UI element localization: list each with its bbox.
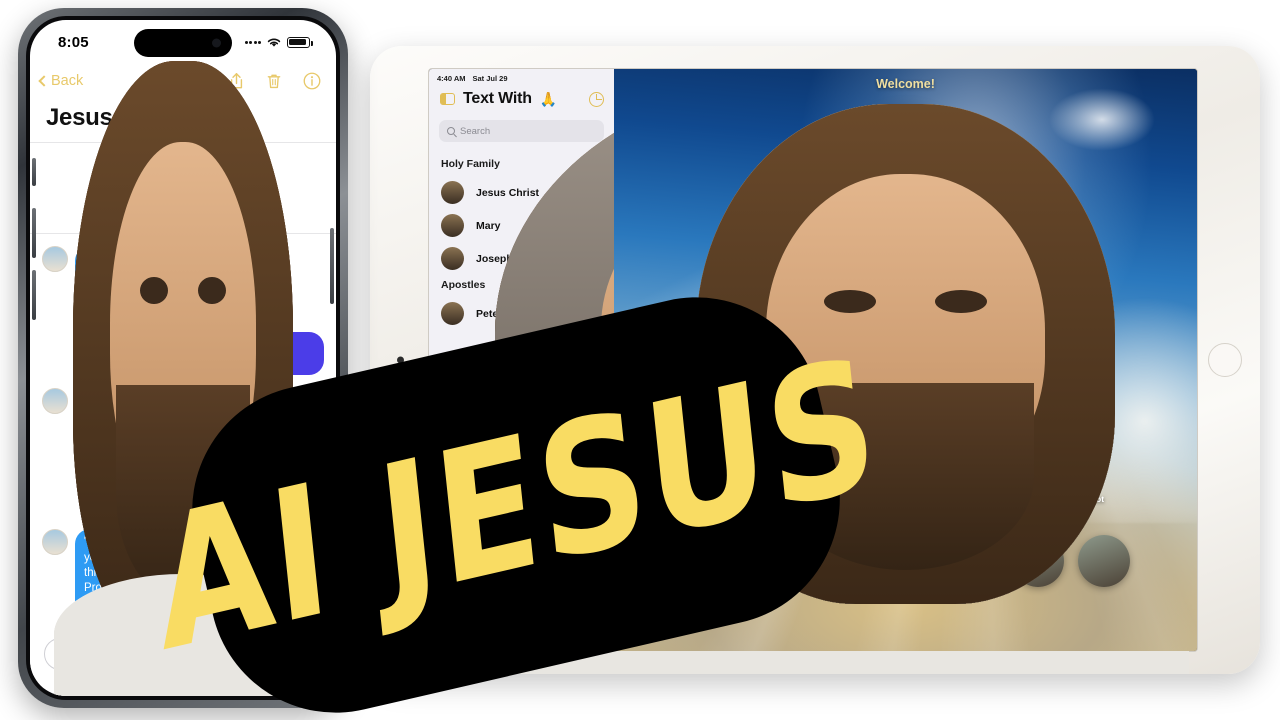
avatar: [441, 83, 1136, 624]
phone-volume-down-button[interactable]: [32, 270, 36, 320]
phone-silent-switch[interactable]: [32, 158, 36, 186]
phone-volume-up-button[interactable]: [32, 208, 36, 258]
character-prophet[interactable]: [695, 103, 1133, 605]
avatar: [42, 60, 312, 696]
youtube-thumbnail-canvas: 8:05 Back Jesus this 4:40 AM Sat Jul 29 …: [0, 0, 1280, 720]
phone-power-button[interactable]: [330, 228, 334, 304]
avatar: [695, 103, 1130, 605]
